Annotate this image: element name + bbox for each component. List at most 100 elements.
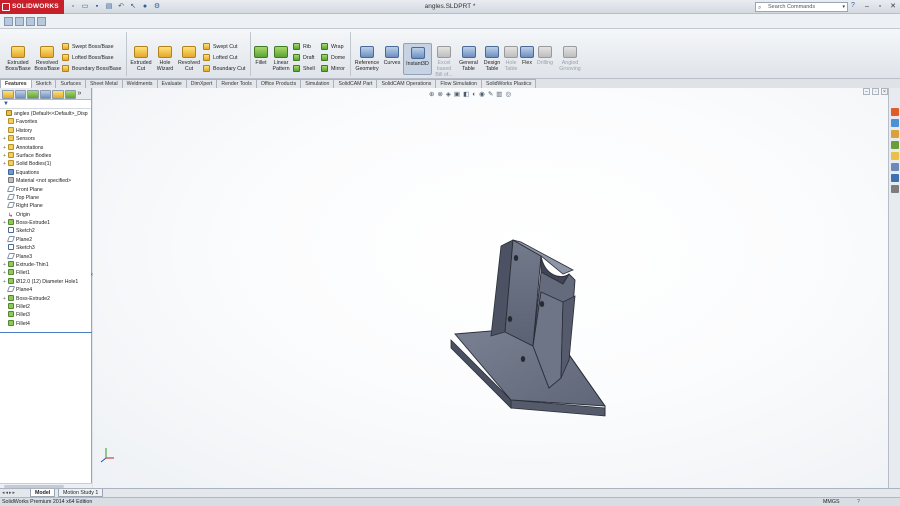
units-selector[interactable]: MMGS (823, 498, 839, 506)
draft-button[interactable]: Draft (293, 54, 314, 63)
tree-item[interactable]: Fillet4 (0, 319, 91, 328)
configuration-manager-tab[interactable] (27, 90, 39, 99)
fillet-button[interactable]: Fillet (252, 46, 270, 66)
tree-item[interactable]: Plane4 (0, 286, 91, 294)
minimize-icon[interactable]: – (862, 2, 872, 12)
help-icon[interactable]: ? (851, 2, 855, 9)
options-icon[interactable]: ⚙ (152, 2, 162, 12)
tab-features[interactable]: Features (0, 79, 32, 88)
revolved-cut-button[interactable]: Revolved Cut (176, 46, 202, 72)
tab-sheet-metal[interactable]: Sheet Metal (84, 79, 123, 88)
view-palette-icon[interactable] (891, 141, 899, 149)
tree-item[interactable]: + Ø12.0 (12) Diameter Hole1 (0, 277, 91, 286)
search-commands-input[interactable]: ⌕ Search Commands ▾ (755, 2, 848, 12)
save-icon[interactable]: ▪ (92, 2, 102, 12)
tree-item[interactable]: + Annotations (0, 143, 91, 152)
dimxpert-manager-tab[interactable] (39, 90, 52, 99)
tab-sketch[interactable]: Sketch (30, 79, 57, 88)
tree-item[interactable]: Plane2 (0, 235, 91, 244)
toolbar-icon-4[interactable] (37, 17, 46, 26)
tab-motion-study[interactable]: Motion Study 1 (58, 489, 104, 497)
tree-item[interactable]: + Boss-Extrude1 (0, 219, 91, 227)
tree-item[interactable]: Plane3 (0, 252, 91, 261)
graphics-area[interactable]: ⊕ ⊗ ◈ ▣ ◧ ◐ ◉ ✎ ▥ ◎ – ▫ × (93, 88, 888, 488)
instant3d-button[interactable]: Instant3D (403, 43, 432, 75)
cam-manager-tab[interactable] (64, 90, 77, 99)
forum-icon[interactable] (891, 174, 899, 182)
design-table-button[interactable]: Design Table (481, 46, 503, 72)
panel-more-icon[interactable]: » (77, 90, 89, 99)
select-icon[interactable]: ↖ (128, 2, 138, 12)
toolbar-icon-1[interactable] (4, 17, 13, 26)
tree-item[interactable]: + Fillet1 (0, 269, 91, 277)
tab-solidworks-plastics[interactable]: SolidWorks Plastics (480, 79, 537, 88)
mirror-button[interactable]: Mirror (321, 65, 345, 74)
linear-pattern-button[interactable]: Linear Pattern (270, 46, 292, 72)
file-explorer-icon[interactable] (891, 130, 899, 138)
tab-evaluate[interactable]: Evaluate (156, 79, 187, 88)
lofted-cut-button[interactable]: Lofted Cut (203, 54, 237, 63)
new-icon[interactable]: ▫ (68, 2, 78, 12)
flex-button[interactable]: Flex (519, 46, 535, 66)
tab-solidcam-operations[interactable]: SolidCAM Operations (376, 79, 437, 88)
property-manager-tab[interactable] (14, 90, 27, 99)
swept-boss-button[interactable]: Swept Boss/Base (62, 43, 114, 52)
hole-table-button[interactable]: Hole Table (503, 46, 519, 72)
toolbar-icon-2[interactable] (15, 17, 24, 26)
open-icon[interactable]: ▭ (80, 2, 90, 12)
tree-item[interactable]: Equations (0, 168, 91, 177)
drilling-button[interactable]: Drilling (535, 46, 555, 66)
angled-grooving-button[interactable]: Angled Grooving (556, 46, 584, 72)
print-icon[interactable]: ▤ (104, 2, 114, 12)
tree-item[interactable]: Front Plane (0, 185, 91, 194)
tree-item[interactable]: History (0, 126, 91, 135)
tree-item[interactable]: Sketch3 (0, 244, 91, 252)
rib-button[interactable]: Rib (293, 43, 311, 52)
solidworks-logo[interactable]: SOLIDWORKS (0, 0, 64, 14)
close-icon[interactable]: ✕ (888, 2, 898, 12)
tab-dimxpert[interactable]: DimXpert (185, 79, 218, 88)
tab-render-tools[interactable]: Render Tools (216, 79, 257, 88)
extruded-boss-button[interactable]: Extruded Boss/Base (4, 46, 32, 72)
swept-cut-button[interactable]: Swept Cut (203, 43, 237, 52)
chevron-down-icon[interactable]: ▾ (842, 3, 845, 11)
task-pane-more-icon[interactable] (891, 185, 899, 193)
tree-item[interactable]: + Sensors (0, 135, 91, 143)
tree-item[interactable]: ↳ Origin (0, 211, 91, 219)
reference-geometry-button[interactable]: Reference Geometry (352, 46, 382, 72)
general-table-button[interactable]: General Table (456, 46, 481, 72)
custom-properties-icon[interactable] (891, 163, 899, 171)
undo-icon[interactable]: ↶ (116, 2, 126, 12)
tree-item[interactable]: + Boss-Extrude2 (0, 294, 91, 303)
hole-wizard-button[interactable]: Hole Wizard (153, 46, 177, 72)
status-help-icon[interactable]: ? (857, 498, 860, 506)
toolbar-icon-3[interactable] (26, 17, 35, 26)
appearances-icon[interactable] (891, 152, 899, 160)
tab-model[interactable]: Model (30, 489, 56, 497)
solidworks-resources-icon[interactable] (891, 108, 899, 116)
tree-item[interactable]: + Surface Bodies (0, 151, 91, 160)
tab-office-products[interactable]: Office Products (255, 79, 302, 88)
tab-weldments[interactable]: Weldments (121, 79, 158, 88)
feature-manager-tab[interactable] (2, 90, 14, 99)
tab-surfaces[interactable]: Surfaces (55, 79, 86, 88)
curves-button[interactable]: Curves (382, 46, 402, 66)
display-manager-tab[interactable] (52, 90, 64, 99)
dome-button[interactable]: Dome (321, 54, 345, 63)
tree-item[interactable]: Favorites (0, 118, 91, 126)
restore-icon[interactable]: ▫ (875, 2, 885, 12)
tree-item[interactable]: Right Plane (0, 202, 91, 210)
tab-navigation-icon[interactable]: ◂◂▸▸ (2, 490, 16, 496)
tree-item[interactable]: Fillet3 (0, 311, 91, 319)
revolved-boss-button[interactable]: Revolved Boss/Base (33, 46, 61, 72)
tree-item[interactable]: Sketch2 (0, 227, 91, 235)
tree-item[interactable]: angles (Default<<Default>_Disp (0, 110, 91, 118)
tree-item[interactable]: + Solid Bodies(1) (0, 160, 91, 168)
tree-item[interactable]: Material <not specified> (0, 177, 91, 185)
filter-icon[interactable]: ▼ (0, 100, 91, 109)
shell-button[interactable]: Shell (293, 65, 315, 74)
boundary-cut-button[interactable]: Boundary Cut (203, 65, 245, 74)
excel-bom-button[interactable]: Excel based Bill of... (433, 46, 455, 78)
lofted-boss-button[interactable]: Lofted Boss/Base (62, 54, 114, 63)
part-model[interactable] (93, 88, 888, 488)
